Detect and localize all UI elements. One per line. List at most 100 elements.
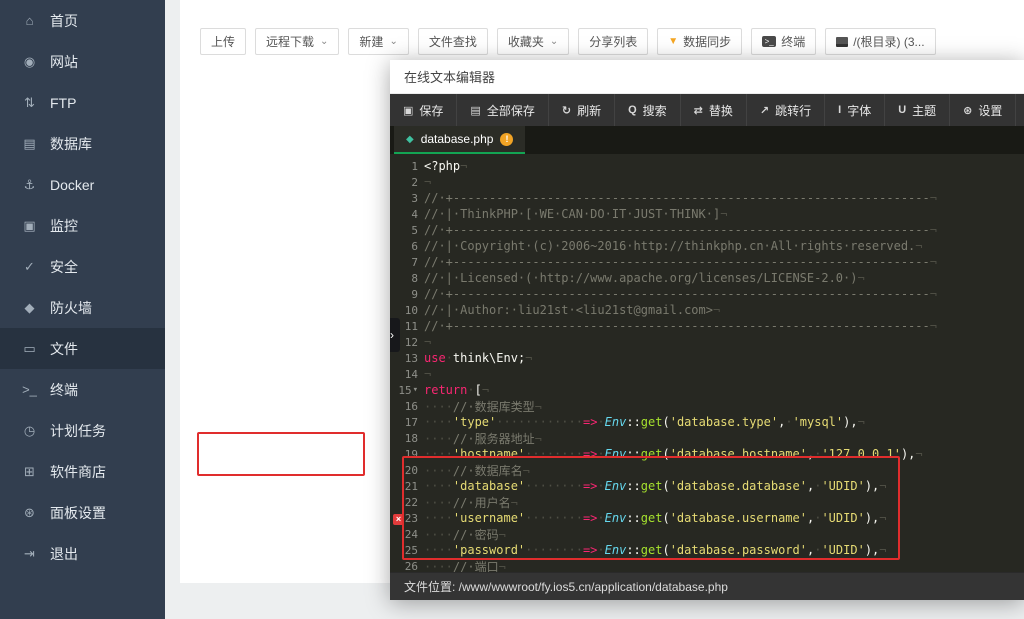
fold-caret-icon[interactable]: ▾ <box>413 385 418 395</box>
sidebar-item-label: FTP <box>50 95 76 111</box>
code-line: 15▾return·[¬ <box>390 382 1024 398</box>
error-marker-icon: × <box>393 514 404 525</box>
code-text: <?php¬ <box>424 159 1024 173</box>
line-gutter: 13 <box>390 352 424 365</box>
sidebar-item-security[interactable]: ✓安全 <box>0 246 165 287</box>
file-location-text: 文件位置: /www/wwwroot/fy.ios5.cn/applicatio… <box>404 578 728 595</box>
sidebar-item-label: 软件商店 <box>50 462 106 482</box>
sidebar-item-label: 退出 <box>50 544 78 564</box>
new-button[interactable]: 新建⌄ <box>348 28 408 55</box>
settings-icon: ⊛ <box>21 505 38 521</box>
chevron-right-icon: › <box>390 328 394 342</box>
line-gutter: 10 <box>390 304 424 317</box>
line-gutter: 4 <box>390 208 424 221</box>
code-line: 22····//·用户名¬ <box>390 494 1024 510</box>
code-text: //·|·Copyright·(c)·2006~2016·http://thin… <box>424 239 1024 253</box>
code-line: 17 ····'type'············=>·Env::get('dat… <box>390 414 1024 430</box>
font-button[interactable]: I 字体 <box>825 94 885 126</box>
code-text: //·+------------------------------------… <box>424 255 1024 269</box>
tab-label: database.php <box>421 132 494 146</box>
replace-icon: ⇄ <box>694 104 703 117</box>
sidebar-item-firewall[interactable]: ◆防火墙 <box>0 287 165 328</box>
editor-dialog: 在线文本编辑器 ▣保存▤全部保存↻刷新Q搜索⇄替换↗跳转行I字体U主题⊛设置 ◆… <box>390 60 1024 600</box>
code-text: ····'password'········=>·Env::get('datab… <box>424 543 1024 557</box>
sidebar-item-terminal[interactable]: >_终端 <box>0 369 165 410</box>
code-line: 24····//·密码¬ <box>390 526 1024 542</box>
sidebar-item-ftp[interactable]: ⇅ FTP <box>0 82 165 123</box>
button-label: /(根目录) (3... <box>853 33 924 50</box>
line-number: 4 <box>411 208 418 221</box>
code-line: 5//·+-----------------------------------… <box>390 222 1024 238</box>
root-path-button[interactable]: /(根目录) (3... <box>825 28 935 55</box>
refresh-button[interactable]: ↻刷新 <box>549 94 615 126</box>
replace-button[interactable]: ⇄替换 <box>681 94 747 126</box>
settings-button[interactable]: ⊛设置 <box>950 94 1016 126</box>
remote-download-button[interactable]: 远程下载⌄ <box>255 28 339 55</box>
code-text: //·+------------------------------------… <box>424 191 1024 205</box>
code-line: 7//·+-----------------------------------… <box>390 254 1024 270</box>
code-line: 2¬ <box>390 174 1024 190</box>
line-gutter: 14 <box>390 368 424 381</box>
line-number: 17 <box>405 416 418 429</box>
font-icon: I <box>838 104 841 116</box>
sidebar-item-label: 安全 <box>50 257 78 277</box>
button-label: 搜索 <box>643 102 667 119</box>
line-number: 23 <box>405 512 418 525</box>
files-icon: ▭ <box>21 341 38 357</box>
data-sync-button[interactable]: ▼数据同步 <box>657 28 742 55</box>
sidebar-toggle-handle[interactable]: › <box>390 318 400 352</box>
sidebar-item-monitor[interactable]: ▣监控 <box>0 205 165 246</box>
theme-button[interactable]: U 主题 <box>885 94 950 126</box>
code-editor[interactable]: 1<?php¬2¬3//·+--------------------------… <box>390 154 1024 572</box>
line-number: 24 <box>405 528 418 541</box>
line-gutter: 15▾ <box>390 384 424 397</box>
button-label: 文件查找 <box>429 33 477 50</box>
sidebar-item-logout[interactable]: ⇥退出 <box>0 533 165 574</box>
theme-icon: U <box>898 104 906 116</box>
website-icon: ◉ <box>21 54 38 70</box>
ftp-icon: ⇅ <box>21 95 38 111</box>
sidebar-item-files[interactable]: ▭ 文件 <box>0 328 165 369</box>
line-number: 19 <box>405 448 418 461</box>
line-gutter: 22 <box>390 496 424 509</box>
line-number: 12 <box>405 336 418 349</box>
line-gutter: 3 <box>390 192 424 205</box>
button-label: 刷新 <box>577 102 601 119</box>
sidebar-item-label: 文件 <box>50 339 78 359</box>
button-label: 字体 <box>847 102 871 119</box>
code-text: ¬ <box>424 335 1024 349</box>
code-line: 11//·+----------------------------------… <box>390 318 1024 334</box>
line-number: 20 <box>405 464 418 477</box>
goto-line-button[interactable]: ↗跳转行 <box>747 94 825 126</box>
sidebar-item-docker[interactable]: ⚓Docker <box>0 164 165 205</box>
sidebar-item-panel-settings[interactable]: ⊛面板设置 <box>0 492 165 533</box>
sidebar-item-database[interactable]: ▤数据库 <box>0 123 165 164</box>
share-list-button[interactable]: 分享列表 <box>578 28 648 55</box>
code-text: //·+------------------------------------… <box>424 319 1024 333</box>
sidebar-item-website[interactable]: ◉网站 <box>0 41 165 82</box>
favorites-button[interactable]: 收藏夹⌄ <box>497 28 569 55</box>
button-label: 上传 <box>211 33 235 50</box>
sidebar-item-home[interactable]: ⌂首页 <box>0 0 165 41</box>
code-line: 26····//·端口¬ <box>390 558 1024 572</box>
line-number: 16 <box>405 400 418 413</box>
sidebar-item-appstore[interactable]: ⊞软件商店 <box>0 451 165 492</box>
upload-button[interactable]: 上传 <box>200 28 246 55</box>
file-search-button[interactable]: 文件查找 <box>418 28 488 55</box>
save-button[interactable]: ▣保存 <box>390 94 457 126</box>
button-label: 主题 <box>912 102 936 119</box>
code-line: 18····//·服务器地址¬ <box>390 430 1024 446</box>
code-text: ····//·服务器地址¬ <box>424 430 1024 447</box>
save-all-button[interactable]: ▤全部保存 <box>457 94 548 126</box>
code-line: 1<?php¬ <box>390 158 1024 174</box>
search-button[interactable]: Q搜索 <box>615 94 681 126</box>
sync-icon: ▼ <box>668 36 678 47</box>
sidebar-item-cron[interactable]: ◷计划任务 <box>0 410 165 451</box>
code-line: 6//·|·Copyright·(c)·2006~2016·http://thi… <box>390 238 1024 254</box>
file-toolbar: 上传 远程下载⌄ 新建⌄ 文件查找 收藏夹⌄ 分享列表 ▼数据同步 >_终端 /(根目录) (3… <box>200 28 936 55</box>
code-line: 9//·+-----------------------------------… <box>390 286 1024 302</box>
tab-database-php[interactable]: ◆ database.php ! <box>394 126 525 154</box>
terminal-button[interactable]: >_终端 <box>751 28 816 55</box>
home-icon: ⌂ <box>21 13 38 28</box>
code-text: ····'type'············=>·Env::get('datab… <box>424 415 1024 429</box>
